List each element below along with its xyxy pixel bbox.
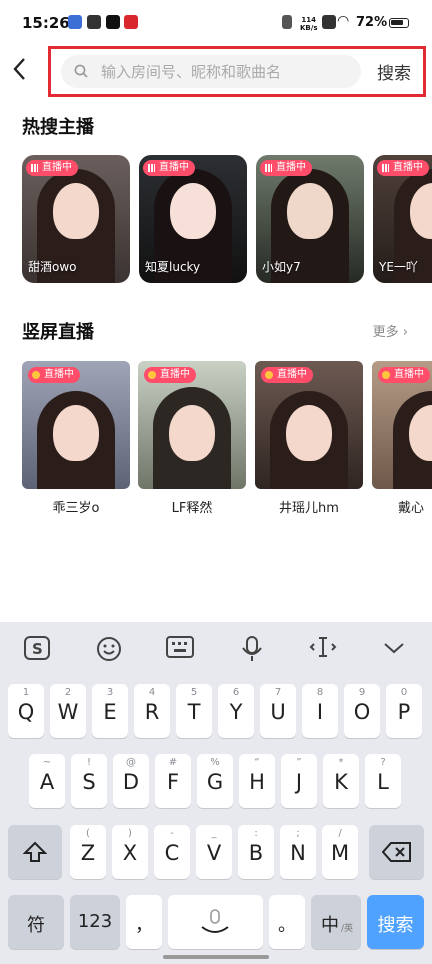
tiktok-icon	[106, 15, 120, 29]
key-y[interactable]: 6Y	[218, 684, 254, 738]
sogou-logo-icon[interactable]: S	[23, 636, 51, 662]
key-e[interactable]: 3E	[92, 684, 128, 738]
key-m[interactable]: / M	[322, 825, 358, 879]
live-badge: 直播中	[377, 160, 429, 176]
wifi-icon: ◠	[337, 13, 350, 29]
hot-anchors-title: 热搜主播	[22, 117, 94, 138]
key-l[interactable]: ? L	[365, 754, 401, 808]
key-j[interactable]: ” J	[281, 754, 317, 808]
search-field[interactable]	[61, 55, 361, 88]
period-key[interactable]: 。	[269, 895, 305, 949]
key-b[interactable]: :B	[238, 825, 274, 879]
key-h[interactable]: “H	[239, 754, 275, 808]
key-z[interactable]: (Z	[70, 825, 106, 879]
live-badge: 直播中	[144, 367, 196, 383]
anchor-name: YE一吖	[379, 260, 418, 274]
key-p[interactable]: 0P	[386, 684, 422, 738]
battery-percent: 72%	[356, 15, 388, 30]
collapse-icon[interactable]	[380, 636, 408, 662]
hot-anchor-card[interactable]: 直播中 甜酒owo	[22, 155, 130, 283]
search-button[interactable]: 搜索	[377, 59, 411, 84]
mail-notification-icon	[87, 15, 101, 29]
key-a[interactable]: ~ A	[29, 754, 65, 808]
key-g[interactable]: % G	[197, 754, 233, 808]
vertical-live-card[interactable]: 直播中	[22, 361, 130, 489]
key-t[interactable]: 5T	[176, 684, 212, 738]
svg-text:S: S	[32, 640, 43, 658]
key-c[interactable]: -C	[154, 825, 190, 879]
key-i[interactable]: 8I	[302, 684, 338, 738]
key-q[interactable]: 1Q	[8, 684, 44, 738]
keyboard-toolbar: S	[0, 622, 432, 674]
key-n[interactable]: ; N	[280, 825, 316, 879]
card-name: 乖三岁o	[52, 501, 100, 516]
live-badge: 直播中	[378, 367, 430, 383]
status-time: 15:26	[22, 14, 70, 32]
search-key[interactable]: 搜索	[367, 895, 424, 949]
keyboard-icon[interactable]	[166, 636, 194, 662]
cursor-icon[interactable]	[309, 636, 337, 662]
key-x[interactable]: ) X	[112, 825, 148, 879]
anchor-name: 知夏lucky	[145, 260, 201, 274]
live-badge: 直播中	[26, 160, 78, 176]
key-f[interactable]: # F	[155, 754, 191, 808]
chevron-right-icon: ›	[402, 325, 408, 340]
key-k[interactable]: * K	[323, 754, 359, 808]
space-mic-icon	[201, 909, 229, 933]
microphone-icon[interactable]	[238, 636, 266, 662]
back-icon[interactable]	[12, 57, 36, 85]
key-u[interactable]: 7U	[260, 684, 296, 738]
vibrate-icon	[282, 15, 292, 29]
anchor-name: 甜酒owo	[28, 260, 77, 274]
search-page: 15:26 114 KB/s ◠ 72% 搜索 热搜主播 直播中 甜酒owo 直…	[0, 0, 432, 964]
live-badge: 直播中	[260, 160, 312, 176]
search-input[interactable]	[101, 55, 356, 88]
key-s[interactable]: ! S	[71, 754, 107, 808]
card-name: LF释然	[171, 501, 213, 516]
vertical-live-card[interactable]: 直播中	[372, 361, 432, 489]
comma-key[interactable]: ，	[126, 895, 162, 949]
search-icon	[74, 64, 88, 78]
app-notification-icon	[68, 15, 82, 29]
vertical-live-card[interactable]: 直播中	[255, 361, 363, 489]
key-d[interactable]: @ D	[113, 754, 149, 808]
hot-anchor-card[interactable]: 直播中 YE一吖	[373, 155, 432, 283]
live-badge: 直播中	[261, 367, 313, 383]
number-key[interactable]: 123	[70, 895, 120, 949]
shift-icon	[23, 841, 47, 862]
hot-anchor-card[interactable]: 直播中 小如y7	[256, 155, 364, 283]
net-speed: 114 KB/s	[300, 16, 318, 32]
key-w[interactable]: 2W	[50, 684, 86, 738]
key-r[interactable]: 4R	[134, 684, 170, 738]
shift-key[interactable]	[8, 825, 62, 879]
key-o[interactable]: 9O	[344, 684, 380, 738]
battery-icon	[389, 18, 409, 28]
vertical-live-card[interactable]: 直播中	[138, 361, 246, 489]
card-name: 井瑶儿hm	[279, 501, 339, 516]
red-app-icon	[124, 15, 138, 29]
key-v[interactable]: _ V	[196, 825, 232, 879]
emoji-icon[interactable]	[95, 636, 123, 662]
vertical-live-title: 竖屏直播	[22, 322, 94, 343]
home-indicator	[163, 955, 269, 959]
hot-anchor-card[interactable]: 直播中 知夏lucky	[139, 155, 247, 283]
search-bar-highlight: 搜索	[48, 46, 426, 97]
live-badge: 直播中	[28, 367, 80, 383]
space-key[interactable]	[168, 895, 263, 949]
status-bar: 15:26 114 KB/s ◠ 72%	[0, 0, 432, 48]
live-badge: 直播中	[143, 160, 195, 176]
card-name: 戴心	[398, 501, 425, 516]
backspace-icon	[382, 842, 411, 862]
sim-icon	[322, 15, 336, 29]
anchor-name: 小如y7	[262, 260, 301, 274]
more-link[interactable]: 更多 ›	[373, 321, 408, 340]
language-switch-key[interactable]: 中 /英	[311, 895, 361, 949]
backspace-key[interactable]	[369, 825, 424, 879]
symbol-key[interactable]: 符	[8, 895, 64, 949]
